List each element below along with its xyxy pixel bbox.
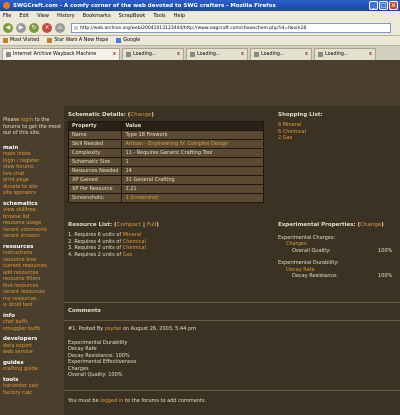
comment-post: #1. Posted By psytse on August 26, 2003,… xyxy=(68,326,196,379)
window-title: SWGCraft.com - A comfy corner of the web… xyxy=(13,2,276,9)
tab-loading-3[interactable]: Loading... x xyxy=(250,48,312,60)
column-header-value: Value xyxy=(121,121,265,131)
tab-wayback[interactable]: Internet Archive Wayback Machine x xyxy=(2,48,120,60)
login-prompt: Please login to the forums to get the mo… xyxy=(3,117,61,136)
google-icon xyxy=(116,38,122,43)
menu-tools[interactable]: Tools xyxy=(153,13,165,19)
full-view-link[interactable]: Full xyxy=(147,222,156,228)
menu-help[interactable]: Help xyxy=(174,13,185,19)
resource-link[interactable]: Gas xyxy=(123,252,133,258)
firefox-icon xyxy=(3,2,10,9)
table-row: XP Gained 31 General Crafting xyxy=(67,175,265,185)
table-row: Skill Needed Artisan - Engineering IV: Co… xyxy=(67,139,265,149)
loading-icon xyxy=(318,52,323,57)
table-row: Schematic Size 1 xyxy=(67,157,265,167)
forward-button[interactable]: ▶ xyxy=(16,22,26,33)
comment-header: #1. Posted By psytse on August 26, 2003,… xyxy=(68,326,197,332)
menu-bar: File Edit View History Bookmarks ScrapBo… xyxy=(0,11,400,20)
page-icon xyxy=(6,52,11,57)
reload-button[interactable]: ↻ xyxy=(29,22,39,33)
comment-author-link[interactable]: psytse xyxy=(105,326,121,332)
shopping-item: 2 Gas xyxy=(278,135,293,141)
url-input[interactable]: http://web.archive.org/web/2004101312344… xyxy=(71,22,391,33)
site-banner xyxy=(0,60,400,106)
bookmark-icon xyxy=(47,38,53,43)
tab-loading-4[interactable]: Loading... x xyxy=(314,48,376,60)
loading-icon xyxy=(190,52,195,57)
close-tab-icon[interactable]: x xyxy=(241,52,244,57)
resource-link[interactable]: Chemical xyxy=(123,245,146,251)
stop-button[interactable]: × xyxy=(42,22,52,33)
shopping-list: Shopping List: 6 Mineral 6 Chemical 2 Ga… xyxy=(278,112,323,141)
logged-in-link[interactable]: logged in xyxy=(100,398,123,404)
divider xyxy=(64,390,400,391)
menu-file[interactable]: File xyxy=(3,13,11,19)
menu-scrapbook[interactable]: ScrapBook xyxy=(119,13,146,19)
back-button[interactable]: ◀ xyxy=(3,22,13,33)
change-details-link[interactable]: Change xyxy=(130,112,151,118)
menu-bookmarks[interactable]: Bookmarks xyxy=(83,13,111,19)
close-tab-icon[interactable]: x xyxy=(113,52,116,57)
resource-list: Resource List: (Compact | Full) 1. Requi… xyxy=(68,222,159,258)
loading-icon xyxy=(254,52,259,57)
tab-loading-1[interactable]: Loading... x xyxy=(122,48,184,60)
menu-history[interactable]: History xyxy=(57,13,75,19)
sidebar-link-is-droid-test[interactable]: is droid test xyxy=(3,302,61,309)
experimental-group: Experimental Durability: Decay Rate Deca… xyxy=(278,260,393,279)
sidebar-link-web-service[interactable]: web service xyxy=(3,349,61,356)
resource-link[interactable]: Chemical xyxy=(123,239,146,245)
table-row: XP Per Resource 2.21 xyxy=(67,184,265,194)
navigation-toolbar: ◀ ▶ ↻ × ⌂ http://web.archive.org/web/200… xyxy=(0,20,400,36)
close-tab-icon[interactable]: x xyxy=(177,52,180,57)
window-titlebar: SWGCraft.com - A comfy corner of the web… xyxy=(0,0,400,11)
list-item: 4. Requires 2 units of Gas xyxy=(68,251,133,258)
tab-strip: Internet Archive Wayback Machine x Loadin… xyxy=(0,46,400,60)
sidebar-link-site-sponsors[interactable]: site sponsors xyxy=(3,190,61,197)
experimental-group: Experimental Charges: Charges Overall Qu… xyxy=(278,234,393,254)
skill-link[interactable]: Artisan - Engineering IV: Complex Design xyxy=(125,141,228,147)
maximize-button[interactable]: □ xyxy=(379,1,388,10)
compact-view-link[interactable]: Compact xyxy=(116,222,141,228)
loading-icon xyxy=(126,52,131,57)
divider xyxy=(64,302,400,303)
minimize-button[interactable]: _ xyxy=(369,1,378,10)
table-row: Screenshots: 1 Screenshot xyxy=(67,193,265,203)
resource-link[interactable]: Mineral xyxy=(123,232,141,238)
main-content: Schematic Details: (Change) Property Valu… xyxy=(64,106,400,415)
sidebar: Please login to the forums to get the mo… xyxy=(0,106,64,415)
menu-view[interactable]: View xyxy=(37,13,49,19)
sidebar-link-factory-calc[interactable]: factory calc xyxy=(3,390,61,397)
sidebar-link-crafting-guide[interactable]: crafting guide xyxy=(3,366,61,373)
table-row: Resources Needed 14 xyxy=(67,166,265,176)
sidebar-link-smuggler-buffs[interactable]: smuggler buffs xyxy=(3,326,61,333)
home-button[interactable]: ⌂ xyxy=(55,22,65,33)
divider xyxy=(64,320,400,321)
schematic-details-heading: Schematic Details: (Change) xyxy=(68,112,154,118)
comments-heading: Comments xyxy=(68,308,101,314)
close-tab-icon[interactable]: x xyxy=(369,52,372,57)
screenshot-link[interactable]: 1 Screenshot xyxy=(125,195,158,201)
menu-edit[interactable]: Edit xyxy=(19,13,29,19)
schematic-details-table: Property Value Name Type 18 Firework Skill… xyxy=(67,121,265,203)
close-tab-icon[interactable]: x xyxy=(305,52,308,57)
sidebar-login-link[interactable]: login xyxy=(21,117,33,123)
table-row: Name Type 18 Firework xyxy=(67,130,265,140)
table-row: Complexity 11 - Requires Generic Crafting… xyxy=(67,148,265,158)
column-header-property: Property xyxy=(67,121,123,131)
experimental-properties: Experimental Properties: (Change) Experi… xyxy=(278,222,396,280)
bookmark-icon xyxy=(3,38,8,43)
close-window-button[interactable]: × xyxy=(389,1,398,10)
bookmark-google[interactable]: Google xyxy=(116,38,140,43)
comment-body: Experimental Durability Decay Rate Decay… xyxy=(68,339,137,379)
change-experimental-link[interactable]: Change xyxy=(360,222,381,228)
web-page: Please login to the forums to get the mo… xyxy=(0,60,400,415)
tab-loading-2[interactable]: Loading... x xyxy=(186,48,248,60)
bookmarks-toolbar: Most Visited Star Wars A New Hope Google xyxy=(0,36,400,46)
sidebar-link-recent-screens[interactable]: recent screens xyxy=(3,233,61,240)
bookmark-most-visited[interactable]: Most Visited xyxy=(3,38,39,43)
bookmark-star-wars[interactable]: Star Wars A New Hope xyxy=(47,38,108,43)
add-comment-notice: You must be logged in to the forums to a… xyxy=(68,398,207,404)
